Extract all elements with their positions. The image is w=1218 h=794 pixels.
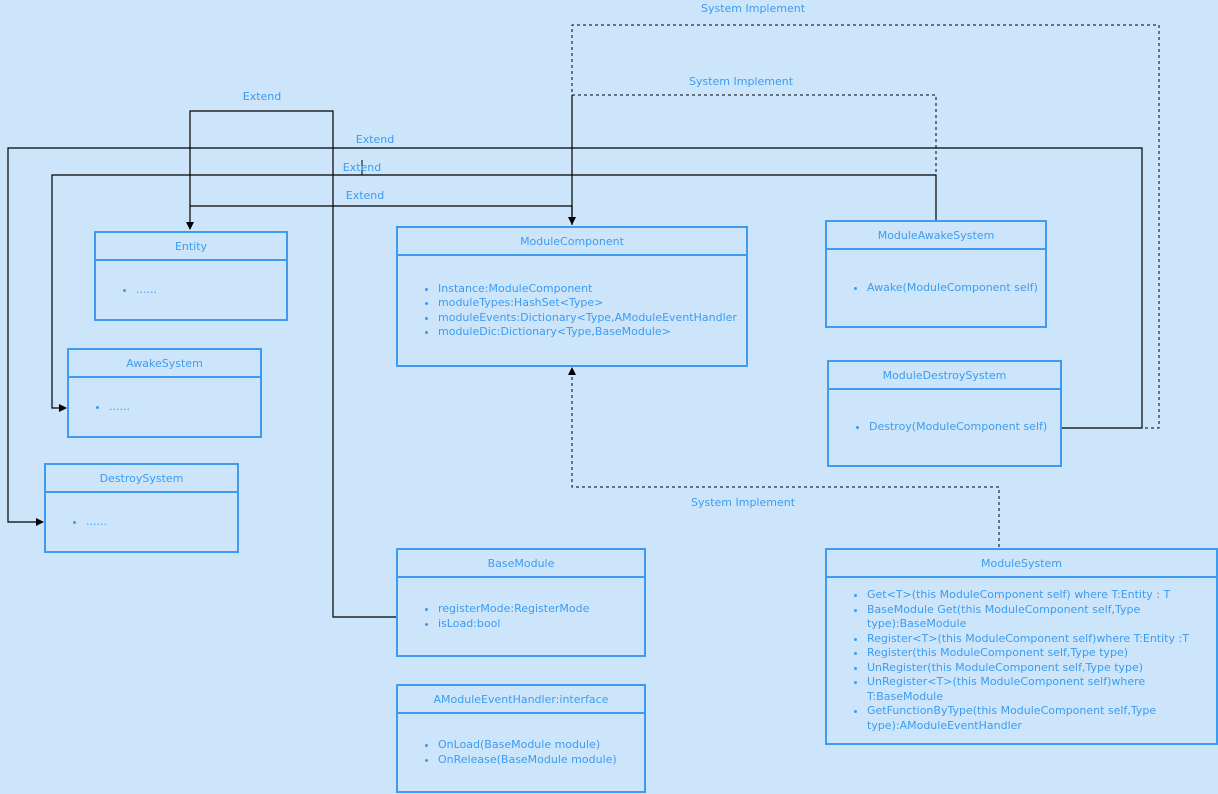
class-member: UnRegister<T>(this ModuleComponent self)… [867,675,1196,704]
class-member: Destroy(ModuleComponent self) [869,420,1060,435]
class-member: OnRelease(BaseModule module) [438,753,644,768]
class-entity[interactable]: Entity ...... [94,231,288,321]
class-member: ...... [86,515,237,530]
class-member: Instance:ModuleComponent [438,282,746,297]
class-module-awake-system[interactable]: ModuleAwakeSystem Awake(ModuleComponent … [825,220,1047,328]
class-destroy-system[interactable]: DestroySystem ...... [44,463,239,553]
extend-connector-modulecomponent-entity [190,205,573,225]
class-module-system[interactable]: ModuleSystem Get<T>(this ModuleComponent… [825,548,1218,745]
class-member: moduleEvents:Dictionary<Type,AModuleEven… [438,311,746,326]
class-member: registerMode:RegisterMode [438,602,644,617]
class-title: ModuleAwakeSystem [827,222,1045,250]
class-member: Awake(ModuleComponent self) [867,281,1045,296]
class-title: ModuleSystem [827,550,1216,578]
class-title: Entity [96,233,286,261]
system-implement-label: System Implement [688,75,794,88]
class-member: GetFunctionByType(this ModuleComponent s… [867,704,1196,733]
extend-label: Extend [242,90,282,103]
class-member: Register(this ModuleComponent self,Type … [867,646,1196,661]
class-member: ...... [109,400,260,415]
class-member: isLoad:bool [438,617,644,632]
class-member: ...... [136,283,286,298]
class-amodule-event-handler[interactable]: AModuleEventHandler:interface OnLoad(Bas… [396,684,646,793]
class-title: AwakeSystem [69,350,260,378]
class-member: Get<T>(this ModuleComponent self) where … [867,588,1196,603]
class-member: OnLoad(BaseModule module) [438,738,644,753]
class-base-module[interactable]: BaseModule registerMode:RegisterMode isL… [396,548,646,657]
extend-label: Extend [342,161,382,174]
implement-connector-moduleawake-component [572,94,937,220]
class-member: moduleDic:Dictionary<Type,BaseModule> [438,325,746,340]
class-title: DestroySystem [46,465,237,493]
class-member: moduleTypes:HashSet<Type> [438,296,746,311]
class-member: UnRegister(this ModuleComponent self,Typ… [867,661,1196,676]
class-title: ModuleComponent [398,228,746,256]
extend-label: Extend [355,133,395,146]
system-implement-label: System Implement [690,496,796,509]
class-member: Register<T>(this ModuleComponent self)wh… [867,632,1196,647]
class-module-component[interactable]: ModuleComponent Instance:ModuleComponent… [396,226,748,367]
class-title: BaseModule [398,550,644,578]
class-title: AModuleEventHandler:interface [398,686,644,714]
class-title: ModuleDestroySystem [829,362,1060,390]
class-awake-system[interactable]: AwakeSystem ...... [67,348,262,438]
system-implement-label: System Implement [700,2,806,15]
class-module-destroy-system[interactable]: ModuleDestroySystem Destroy(ModuleCompon… [827,360,1062,467]
class-member: BaseModule Get(this ModuleComponent self… [867,603,1196,632]
extend-label: Extend [345,189,385,202]
